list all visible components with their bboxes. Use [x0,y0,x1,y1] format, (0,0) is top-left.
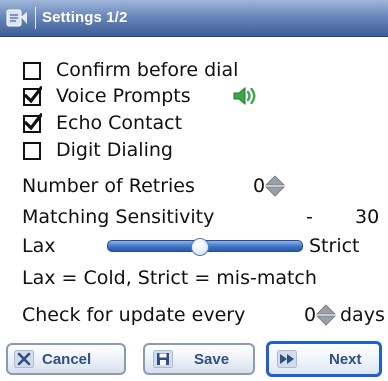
title-bar: Settings 1/2 [0,0,388,37]
sensitivity-slider-thumb[interactable] [191,238,210,256]
option-echo-contact[interactable]: Echo Contact [0,111,388,135]
slider-min-label: Lax [22,235,56,257]
check-icon [24,113,42,131]
echo-contact-label: Echo Contact [56,112,183,134]
sensitivity-note: Lax = Cold, Strict = mis-match [22,267,317,289]
next-button[interactable]: Next [266,341,382,377]
update-row: Check for update every 0 days [0,303,388,327]
save-button[interactable]: Save [143,343,255,375]
update-label: Check for update every [22,304,246,326]
sensitivity-sign: - [306,206,313,228]
sensitivity-value: 30 [355,206,380,228]
update-unit: days [340,304,385,326]
fast-forward-icon [277,350,297,368]
slider-max-label: Strict [309,235,360,257]
digit-dialing-label: Digit Dialing [56,139,173,161]
retries-value: 0 [253,175,266,197]
app-icon [6,9,27,27]
save-button-label: Save [194,351,230,368]
sensitivity-note-row: Lax = Cold, Strict = mis-match [0,266,388,290]
speaker-icon[interactable] [232,86,260,106]
save-icon [153,350,173,368]
retries-row: Number of Retries 0 [0,174,388,198]
check-icon [24,86,42,104]
retries-stepper[interactable] [265,175,285,197]
option-confirm-before-dial[interactable]: Confirm before dial [0,58,388,82]
confirm-before-dial-label: Confirm before dial [56,59,239,81]
sensitivity-row: Matching Sensitivity - 30 [0,205,388,229]
option-voice-prompts[interactable]: Voice Prompts [0,84,388,108]
retries-label: Number of Retries [22,175,195,197]
cancel-button-label: Cancel [42,351,92,368]
digit-dialing-checkbox[interactable] [23,142,41,160]
echo-contact-checkbox[interactable] [23,113,42,133]
option-digit-dialing[interactable]: Digit Dialing [0,138,388,162]
close-icon [14,350,34,368]
update-stepper[interactable] [316,304,336,326]
update-value: 0 [304,304,317,326]
voice-prompts-checkbox[interactable] [23,86,42,106]
cancel-button[interactable]: Cancel [6,343,126,375]
title-separator [35,7,36,29]
page-title: Settings 1/2 [42,9,128,26]
sensitivity-label: Matching Sensitivity [22,206,215,228]
confirm-before-dial-checkbox[interactable] [23,62,41,80]
next-button-label: Next [329,351,362,368]
voice-prompts-label: Voice Prompts [56,85,191,107]
